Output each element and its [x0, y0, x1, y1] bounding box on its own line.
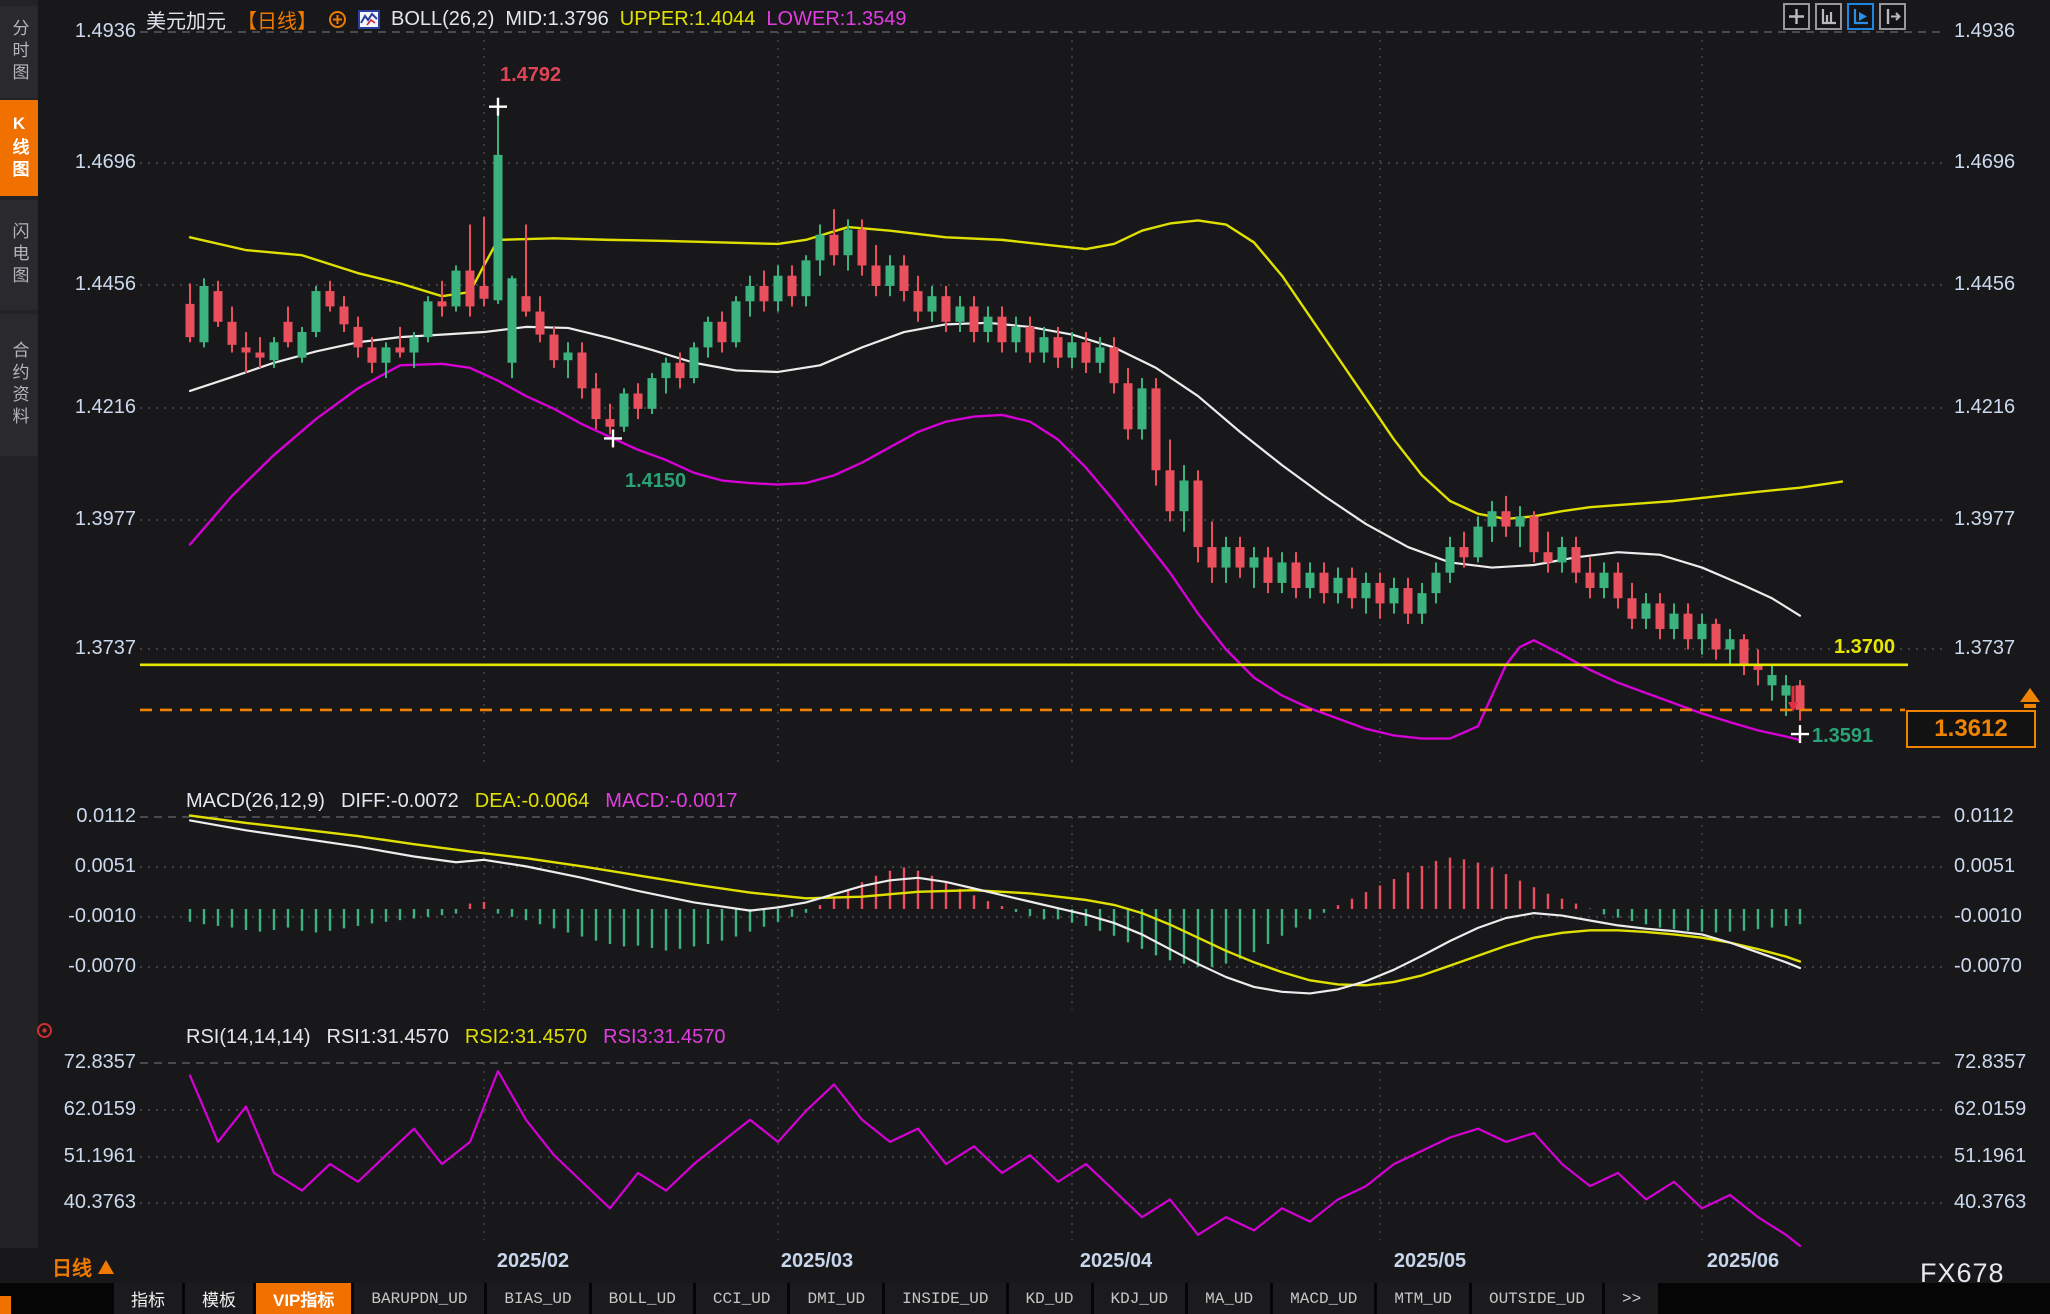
- axis-label: 0.0051: [1954, 855, 2015, 878]
- axis-label: 62.0159: [40, 1098, 136, 1121]
- axis-label: 1.4936: [1954, 20, 2015, 43]
- rsi2-value: RSI2:31.4570: [465, 1026, 587, 1049]
- boll-upper-value: UPPER:1.4044: [620, 8, 756, 31]
- axis-scale-button[interactable]: [1815, 3, 1842, 30]
- sidebar-item-合约资料[interactable]: 合约资料: [0, 314, 38, 456]
- high-price-annotation: 1.4792: [500, 64, 561, 87]
- axis-label: 40.3763: [1954, 1191, 2026, 1214]
- axis-auto-button[interactable]: [1847, 3, 1874, 30]
- chart-toolbar: [1783, 3, 1906, 30]
- tab-BARUPDN_UD[interactable]: BARUPDN_UD: [354, 1283, 484, 1314]
- symbol-name: 美元加元: [146, 5, 226, 34]
- corner-accent: [0, 1296, 11, 1314]
- axis-label: 40.3763: [40, 1191, 136, 1214]
- axis-label: 1.3737: [1954, 637, 2015, 660]
- rsi3-value: RSI3:31.4570: [603, 1026, 725, 1049]
- tab-MTM_UD[interactable]: MTM_UD: [1377, 1283, 1469, 1314]
- chart-canvas[interactable]: [0, 0, 2050, 1250]
- rsi-header: RSI(14,14,14) RSI1:31.4570 RSI2:31.4570 …: [186, 1026, 726, 1049]
- axis-label: 1.3977: [1954, 508, 2015, 531]
- axis-label: 51.1961: [40, 1145, 136, 1168]
- axis-label: 1.4456: [1954, 273, 2015, 296]
- axis-shift-button[interactable]: [1879, 3, 1906, 30]
- axis-label: 1.4936: [40, 20, 136, 43]
- axis-label: 1.3977: [40, 508, 136, 531]
- rsi-title: RSI(14,14,14): [186, 1026, 311, 1049]
- tab-模板[interactable]: 模板: [185, 1283, 253, 1314]
- period-selector[interactable]: 日线: [52, 1252, 114, 1281]
- trading-app: 分时图K线图闪电图合约资料 美元加元 【日线】 BOLL(26,2) MID:1…: [0, 0, 2050, 1314]
- axis-label: 72.8357: [40, 1051, 136, 1074]
- level-line-label: 1.3700: [1834, 636, 1895, 659]
- macd-dea-value: DEA:-0.0064: [475, 790, 590, 813]
- boll-lower-value: LOWER:1.3549: [766, 8, 906, 31]
- axis-label: 0.0112: [40, 805, 136, 828]
- macd-diff-value: DIFF:-0.0072: [341, 790, 459, 813]
- tab-指标[interactable]: 指标: [114, 1283, 182, 1314]
- macd-header: MACD(26,12,9) DIFF:-0.0072 DEA:-0.0064 M…: [186, 790, 738, 813]
- tab-BIAS_UD[interactable]: BIAS_UD: [487, 1283, 588, 1314]
- axis-label: 0.0051: [40, 855, 136, 878]
- last-price-box: 1.3612: [1906, 710, 2036, 748]
- sidebar-item-K线图[interactable]: K线图: [0, 100, 38, 196]
- rsi1-value: RSI1:31.4570: [327, 1026, 449, 1049]
- boll-mid-value: MID:1.3796: [505, 8, 608, 31]
- macd-macd-value: MACD:-0.0017: [605, 790, 737, 813]
- tab->>[interactable]: >>: [1605, 1283, 1658, 1314]
- axis-label: -0.0010: [1954, 905, 2022, 928]
- sidebar-item-分时图[interactable]: 分时图: [0, 6, 38, 98]
- feb-low-annotation: 1.4150: [625, 470, 686, 493]
- period-selector-label: 日线: [52, 1252, 92, 1281]
- axis-label: 1.4696: [40, 151, 136, 174]
- sidebar: 分时图K线图闪电图合约资料: [0, 0, 38, 1248]
- axis-label: 1.4696: [1954, 151, 2015, 174]
- date-label: 2025/04: [1080, 1250, 1152, 1273]
- chart-header: 美元加元 【日线】 BOLL(26,2) MID:1.3796 UPPER:1.…: [146, 5, 907, 34]
- tab-DMI_UD[interactable]: DMI_UD: [790, 1283, 882, 1314]
- axis-label: 1.4456: [40, 273, 136, 296]
- axis-label: 0.0112: [1954, 805, 2014, 828]
- date-label: 2025/02: [497, 1250, 569, 1273]
- date-label: 2025/03: [781, 1250, 853, 1273]
- last-low-annotation: 1.3591: [1812, 725, 1873, 748]
- macd-title: MACD(26,12,9): [186, 790, 325, 813]
- alert-dot-icon[interactable]: [36, 1022, 53, 1039]
- sidebar-item-闪电图[interactable]: 闪电图: [0, 200, 38, 310]
- circled-plus-icon[interactable]: [328, 10, 347, 29]
- boll-indicator-label: BOLL(26,2): [391, 8, 494, 31]
- period-badge[interactable]: 【日线】: [237, 5, 317, 34]
- tab-OUTSIDE_UD[interactable]: OUTSIDE_UD: [1472, 1283, 1602, 1314]
- mini-chart-icon: [358, 10, 380, 30]
- axis-label: -0.0010: [40, 905, 136, 928]
- watermark: FX678: [1920, 1258, 2005, 1289]
- axis-label: 1.4216: [1954, 396, 2015, 419]
- axis-label: 62.0159: [1954, 1098, 2026, 1121]
- axis-label: -0.0070: [1954, 955, 2022, 978]
- axis-label: 51.1961: [1954, 1145, 2026, 1168]
- indicator-tabbar: 指标模板VIP指标BARUPDN_UDBIAS_UDBOLL_UDCCI_UDD…: [0, 1283, 2050, 1314]
- axis-label: 72.8357: [1954, 1051, 2026, 1074]
- axis-label: -0.0070: [40, 955, 136, 978]
- date-label: 2025/05: [1394, 1250, 1466, 1273]
- tab-KD_UD[interactable]: KD_UD: [1009, 1283, 1091, 1314]
- tab-MACD_UD[interactable]: MACD_UD: [1273, 1283, 1374, 1314]
- axis-label: 1.3737: [40, 637, 136, 660]
- axis-label: 1.4216: [40, 396, 136, 419]
- tab-INSIDE_UD[interactable]: INSIDE_UD: [885, 1283, 1005, 1314]
- triangle-up-icon: [98, 1260, 114, 1274]
- tab-KDJ_UD[interactable]: KDJ_UD: [1094, 1283, 1186, 1314]
- pan-crosshair-button[interactable]: [1783, 3, 1810, 30]
- date-label: 2025/06: [1707, 1250, 1779, 1273]
- tab-VIP指标[interactable]: VIP指标: [256, 1283, 351, 1314]
- tab-BOLL_UD[interactable]: BOLL_UD: [592, 1283, 693, 1314]
- tab-MA_UD[interactable]: MA_UD: [1188, 1283, 1270, 1314]
- tab-CCI_UD[interactable]: CCI_UD: [696, 1283, 788, 1314]
